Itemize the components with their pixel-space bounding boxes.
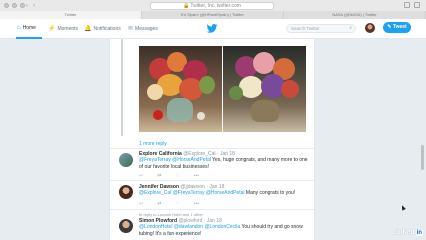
like-icon[interactable]: ♡	[175, 201, 179, 207]
profile-avatar[interactable]	[365, 23, 375, 33]
tab-twitter[interactable]: Twitter	[0, 11, 142, 19]
avatar[interactable]	[119, 153, 133, 167]
search-icon[interactable]: ⌕	[349, 25, 352, 32]
reply-icon[interactable]: ↩	[139, 173, 143, 179]
nav-active-indicator	[16, 37, 42, 39]
tweet-text: @Explore_Cal @FreyaTerray @HorseAndPetal…	[139, 190, 296, 196]
tweet-button[interactable]: ✎ Tweet	[383, 22, 411, 33]
more-icon[interactable]: •••	[194, 173, 199, 179]
tab-bar: Twitter It's Spain! (@HRueflSpain) | Twi…	[0, 11, 426, 19]
tweet-actions: ↩ ⇄ ♡ •••	[139, 173, 199, 179]
compose-icon: ✎	[387, 24, 392, 30]
window-controls[interactable]	[4, 3, 25, 8]
reply-context[interactable]: In reply to London Hotel and 1 other	[139, 212, 203, 217]
nav-notifications[interactable]: 🔔 Notifications	[84, 25, 121, 33]
retweet-icon[interactable]: ⇄	[157, 173, 161, 179]
browser-actions[interactable]	[404, 2, 420, 8]
tab-spain[interactable]: It's Spain! (@HRueflSpain) | Twitter	[142, 11, 284, 19]
lock-icon: 🔒	[183, 3, 190, 9]
scrollbar[interactable]	[421, 145, 424, 170]
like-icon[interactable]: ♡	[175, 173, 179, 179]
watermark: Linked in	[392, 229, 423, 236]
tweet-text: @FreyaTerray @HorseAndPetal Yes, huge co…	[139, 157, 308, 170]
address-bar[interactable]: 🔒Twitter, Inc. twitter.com	[150, 2, 274, 10]
nav-messages[interactable]: ✉ Messages	[128, 25, 158, 33]
tabs-icon	[414, 2, 420, 8]
share-icon	[404, 2, 410, 8]
forward-icon[interactable]: ›	[33, 3, 40, 9]
divider	[110, 148, 314, 149]
more-icon[interactable]: •••	[194, 201, 199, 207]
tweet-text: @LondonHotel @dawlandon @LondonCecila Yo…	[139, 224, 303, 237]
tweet-actions: ↩ ⇄ ♡ •••	[139, 201, 199, 207]
avatar[interactable]	[119, 185, 133, 199]
tweet-photo-bouquet-2[interactable]	[223, 46, 306, 132]
nav-home[interactable]: ⌂ Home	[17, 25, 36, 31]
mouse-cursor	[400, 204, 406, 211]
retweet-icon[interactable]: ⇄	[157, 201, 161, 207]
lightning-icon: ⚡	[48, 26, 56, 32]
thread-line	[121, 39, 123, 136]
search-input[interactable]: Search Twitter ⌕	[286, 24, 356, 33]
back-icon[interactable]: ‹	[26, 3, 33, 9]
divider	[110, 180, 314, 181]
avatar[interactable]	[119, 219, 133, 233]
browser-chrome: ‹ › 🔒Twitter, Inc. twitter.com Twitter I…	[0, 0, 426, 19]
nav-moments[interactable]: ⚡ Moments	[48, 25, 78, 33]
twitter-bird-icon[interactable]	[206, 24, 218, 33]
envelope-icon: ✉	[128, 26, 134, 32]
bell-icon: 🔔	[84, 26, 92, 32]
tweet-photo-bouquet-1[interactable]	[139, 46, 222, 132]
more-replies-link[interactable]: 1 more reply	[139, 141, 167, 147]
tab-nasa[interactable]: NASA (@NASA) | Twitter	[284, 11, 426, 19]
reply-icon[interactable]: ↩	[139, 201, 143, 207]
divider	[110, 209, 314, 210]
home-icon: ⌂	[17, 25, 21, 31]
